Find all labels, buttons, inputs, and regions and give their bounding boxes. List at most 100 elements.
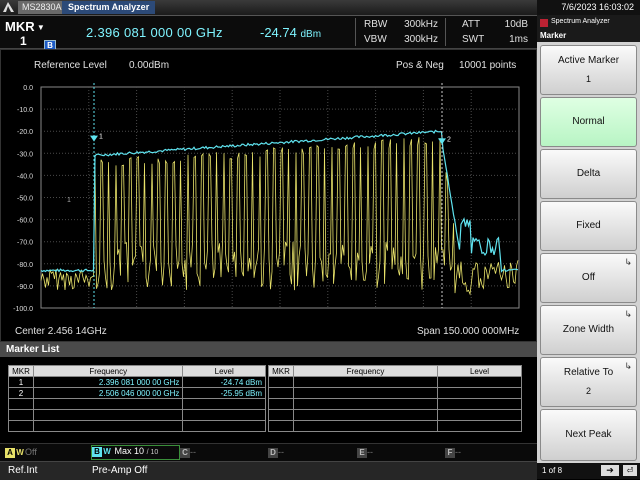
trace-a-write-badge: W [16,448,24,457]
marker-readout: MKR ▼ 1 B 2.396 081 000 00 GHz -24.74 dB… [0,16,537,52]
marker-list: MKR Frequency Level 1 2.396 081 000 00 G… [0,357,537,442]
span-frequency: Span 150.000 000MHz [417,326,520,337]
y-tick-label: -80.0 [17,262,33,269]
marker-frequency: 2.396 081 000 00 GHz [86,25,223,40]
delta-button[interactable]: Delta [540,149,637,199]
trace-b-total: / 10 [146,449,159,456]
y-tick-label: -90.0 [17,284,33,291]
normal-button[interactable]: Normal [540,97,637,147]
marker-1-label: 1 [99,134,103,141]
marker-table-right: MKR Frequency Level [268,365,522,432]
softkey-panel: 7/6/2023 16:03:02 Spectrum Analyzer Mark… [537,0,640,479]
marker-label[interactable]: MKR ▼ [5,19,45,34]
fixed-button[interactable]: Fixed [540,201,637,251]
marker-number: 1 [20,34,27,48]
spectrum-graph: Reference Level 0.00dBm Pos & Neg 10001 … [0,49,537,342]
table-row [268,409,522,421]
table-row[interactable]: 1 2.396 081 000 00 GHz -24.74 dBm [8,376,266,388]
col-mkr: MKR [8,365,34,377]
table-row [268,398,522,410]
col-mkr: MKR [268,365,294,377]
trace-c[interactable]: C -- [180,447,196,458]
trace-d[interactable]: D -- [268,447,284,458]
rbw-label: RBW [364,19,388,30]
y-tick-label: -50.0 [17,196,33,203]
status-bar: Ref.Int Pre-Amp Off [0,461,537,480]
row-level: -24.74 dBm [182,376,266,388]
row-mkr: 1 [8,376,34,388]
trace-b-badge: B [92,447,102,457]
spectrum-plot: 0.0 -10.0 -20.0 -30.0 -40.0 -50.0 -60.0 -70.0 -8… [13,83,520,313]
table-row [8,420,266,432]
submenu-arrow-icon: ↳ [624,257,632,267]
table-row [8,398,266,410]
marker-level: -24.74 dBm [260,25,322,40]
vbw-label: VBW [364,34,387,45]
relative-to-button[interactable]: Relative To 2 ↳ [540,357,637,407]
function-header: Spectrum Analyzer Marker [537,15,640,42]
y-tick-label: -60.0 [17,218,33,225]
next-page-icon[interactable]: ➔ [601,465,619,476]
col-level: Level [437,365,522,377]
y-tick-label: -100.0 [13,306,33,313]
trace-b[interactable]: BW Max 10 / 10 [91,445,180,460]
rbw-value: 300kHz [404,19,438,30]
att-value: 10dB [504,19,528,30]
y-tick-label: 0.0 [23,85,33,92]
table-row [268,376,522,388]
submenu-arrow-icon: ↳ [624,361,632,371]
function-app: Spectrum Analyzer [551,18,610,25]
active-marker-button[interactable]: Active Marker 1 [540,45,637,95]
divider [445,18,446,46]
y-tick-label: -70.0 [17,240,33,247]
page-count: 1 of 8 [542,466,563,475]
submenu-arrow-icon: ↳ [624,309,632,319]
page-indicator: 1 of 8 ➔ ⏎ [537,463,640,479]
trace-a-badge: A [5,448,15,458]
col-frequency: Frequency [293,365,438,377]
row-frequency: 2.396 081 000 00 GHz [32,376,184,388]
row-frequency: 2.506 046 000 00 GHz [32,387,184,399]
anritsu-logo-icon [3,2,14,12]
y-axis-ticks: 0.0 -10.0 -20.0 -30.0 -40.0 -50.0 -60.0 -70.0 -8… [13,85,33,313]
trace-e[interactable]: E -- [357,447,373,458]
center-frequency: Center 2.456 14GHz [15,326,107,337]
next-peak-button[interactable]: Next Peak [540,409,637,461]
marker-2-icon [438,138,446,145]
marker-1-icon [90,135,98,142]
swt-label: SWT [462,34,485,45]
model-label: MS2830A [18,1,66,14]
title-bar: MS2830A Spectrum Analyzer [0,0,537,16]
preamp-status: Pre-Amp Off [92,465,148,476]
caret-down-icon: ▼ [34,23,45,33]
span-reference-mark: 1 [67,197,71,204]
clock: 7/6/2023 16:03:02 [537,0,640,15]
row-mkr: 2 [8,387,34,399]
reference-source: Ref.Int [8,465,38,476]
trace-b-write-badge: W [103,447,111,456]
app-tab[interactable]: Spectrum Analyzer [62,1,156,14]
trace-b-mode: Max [114,446,132,456]
col-level: Level [182,365,266,377]
y-tick-label: -40.0 [17,173,33,180]
trace-a-state: Off [25,447,37,457]
trace-f[interactable]: F -- [445,447,461,458]
swt-value: 1ms [509,34,528,45]
zone-width-button[interactable]: Zone Width ↳ [540,305,637,355]
y-tick-label: -20.0 [17,129,33,136]
vbw-value: 300kHz [404,34,438,45]
marker-2-label: 2 [447,136,451,143]
off-button[interactable]: Off ↳ [540,253,637,303]
exit-icon[interactable]: ⏎ [623,465,637,476]
function-title: Marker [540,31,567,40]
trace-a[interactable]: A WOff [5,447,37,458]
row-level: -25.95 dBm [182,387,266,399]
spectrum-app-icon [540,19,548,27]
divider [355,18,356,46]
table-row [268,420,522,432]
y-tick-label: -10.0 [17,107,33,114]
col-frequency: Frequency [32,365,184,377]
table-row[interactable]: 2 2.506 046 000 00 GHz -25.95 dBm [8,387,266,399]
trace-b-count: 10 [134,446,145,456]
table-row [268,387,522,399]
